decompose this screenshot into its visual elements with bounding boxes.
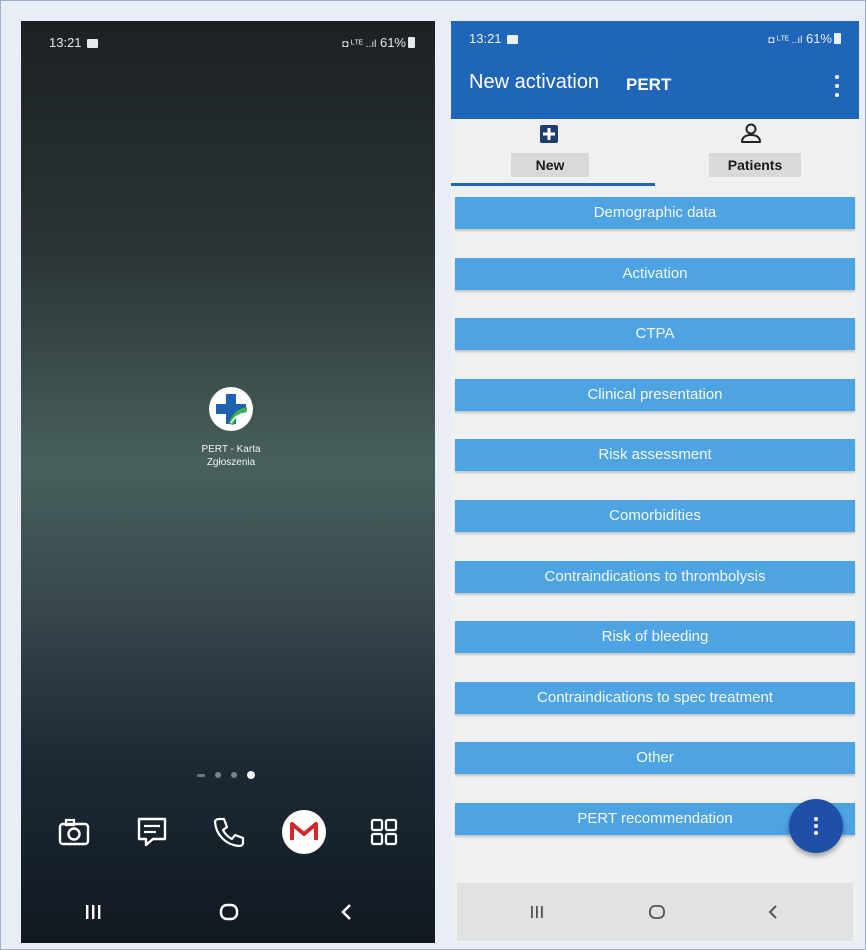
menu-button[interactable]: Contraindications to spec treatment: [455, 682, 855, 714]
menu-button[interactable]: CTPA: [455, 318, 855, 350]
status-time: 13:21: [469, 31, 502, 46]
page-dot-active: [247, 771, 255, 779]
menu-button[interactable]: Risk assessment: [455, 439, 855, 471]
tab-patients[interactable]: Patients: [655, 119, 855, 185]
screenshot-frame: 13:21 ◘ ᴸᵀᴱ ..ıl 61% PERT - Karta Zgłosz…: [0, 0, 866, 950]
camera-icon[interactable]: [51, 809, 97, 855]
recent-apps-icon[interactable]: [73, 897, 113, 927]
pert-app-screen: 13:21 ◘ ᴸᵀᴱ ..ıl 61% New activation PERT…: [451, 21, 859, 943]
overflow-menu-icon[interactable]: [827, 75, 847, 97]
gmail-icon[interactable]: [281, 809, 327, 855]
add-box-icon: [540, 125, 558, 143]
dock: [51, 809, 411, 857]
pert-app-label[interactable]: PERT - Karta Zgłoszenia: [181, 443, 281, 469]
notification-icon: [506, 35, 518, 45]
page-dot: [231, 772, 237, 778]
tab-bar: New Patients: [451, 119, 859, 185]
home-icon[interactable]: [637, 897, 677, 927]
home-page-dot: [197, 773, 205, 777]
more-actions-fab[interactable]: [789, 799, 843, 853]
battery-icon: [408, 37, 415, 48]
app-bar: New activation PERT: [451, 55, 859, 119]
page-dot: [215, 772, 221, 778]
menu-button[interactable]: Other: [455, 742, 855, 774]
signal-icon: ◘ ᴸᵀᴱ ..ıl: [768, 35, 803, 46]
recent-apps-icon[interactable]: [517, 897, 557, 927]
menu-button[interactable]: Clinical presentation: [455, 379, 855, 411]
home-icon[interactable]: [209, 897, 249, 927]
page-indicator: [197, 769, 255, 781]
tab-new[interactable]: New: [451, 119, 651, 185]
tab-indicator: [451, 183, 655, 186]
navigation-bar: [21, 883, 435, 943]
status-time: 13:21: [49, 35, 82, 50]
battery-percent: 61%: [379, 35, 406, 50]
messages-icon[interactable]: [129, 809, 175, 855]
pert-plus-icon: [210, 388, 252, 430]
back-icon[interactable]: [753, 897, 793, 927]
menu-button[interactable]: Demographic data: [455, 197, 855, 229]
tab-new-label: New: [511, 153, 589, 177]
menu-button[interactable]: Activation: [455, 258, 855, 290]
navigation-bar: [457, 883, 853, 941]
pert-app-icon[interactable]: [209, 387, 253, 431]
battery-percent: 61%: [805, 31, 832, 46]
app-name: PERT: [626, 75, 672, 94]
notification-icon: [86, 39, 98, 49]
status-bar: 13:21 ◘ ᴸᵀᴱ ..ıl 61%: [451, 21, 859, 55]
menu-button[interactable]: Contraindications to thrombolysis: [455, 561, 855, 593]
app-drawer-icon[interactable]: [361, 809, 407, 855]
battery-icon: [834, 33, 841, 44]
home-screen: 13:21 ◘ ᴸᵀᴱ ..ıl 61% PERT - Karta Zgłosz…: [21, 21, 435, 943]
phone-icon[interactable]: [205, 809, 251, 855]
menu-button[interactable]: Risk of bleeding: [455, 621, 855, 653]
menu-button[interactable]: Comorbidities: [455, 500, 855, 532]
tab-patients-label: Patients: [709, 153, 801, 177]
page-title: New activation: [469, 71, 600, 93]
back-icon[interactable]: [327, 897, 367, 927]
signal-icon: ◘ ᴸᵀᴱ ..ıl: [342, 39, 377, 50]
person-icon: [741, 123, 761, 143]
